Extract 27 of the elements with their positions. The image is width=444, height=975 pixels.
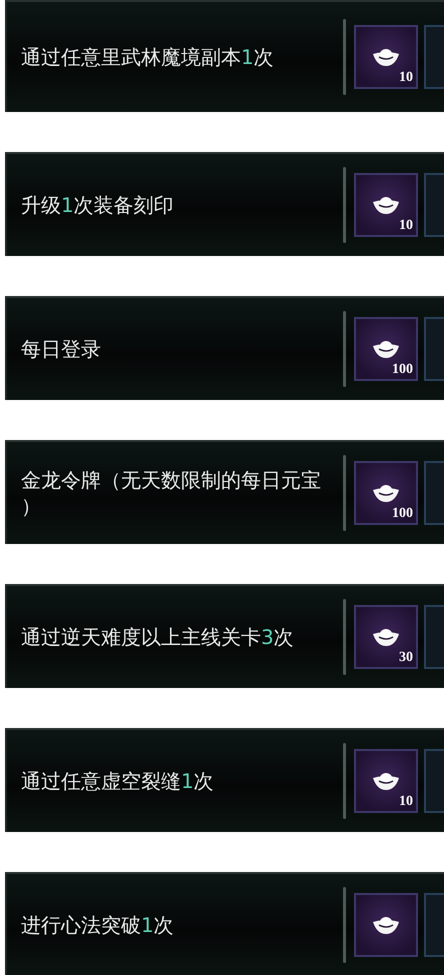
reward-tile[interactable]: 10 <box>354 25 418 89</box>
reward-tile[interactable]: 30 <box>354 605 418 669</box>
reward-tile[interactable]: 100 <box>354 461 418 525</box>
ingot-icon <box>371 46 401 68</box>
reward-amount: 100 <box>392 506 413 522</box>
ingot-icon <box>371 770 401 792</box>
ingot-icon <box>371 626 401 648</box>
ingot-icon <box>371 194 401 216</box>
task-title: 金龙令牌（无天数限制的每日元宝） <box>20 467 322 519</box>
reward-amount: 100 <box>392 362 413 378</box>
reward-amount: 10 <box>399 794 413 810</box>
task-title: 通过逆天难度以上主线关卡3次 <box>20 624 295 650</box>
task-title: 进行心法突破1次 <box>20 912 175 938</box>
reward-amount: 10 <box>399 218 413 234</box>
task-title: 通过任意虚空裂缝1次 <box>20 768 215 794</box>
ingot-icon <box>371 482 401 504</box>
reward-tile[interactable]: 10 <box>354 749 418 813</box>
task-title: 每日登录 <box>20 336 102 362</box>
reward-amount: 30 <box>399 650 413 666</box>
ingot-icon <box>371 914 401 936</box>
reward-amount: 10 <box>399 70 413 86</box>
ingot-icon <box>371 338 401 360</box>
task-title: 通过任意里武林魔境副本1次 <box>20 44 275 70</box>
reward-tile[interactable]: 10 <box>354 173 418 237</box>
task-title: 升级1次装备刻印 <box>20 192 175 218</box>
reward-tile[interactable] <box>354 893 418 957</box>
reward-tile[interactable]: 100 <box>354 317 418 381</box>
